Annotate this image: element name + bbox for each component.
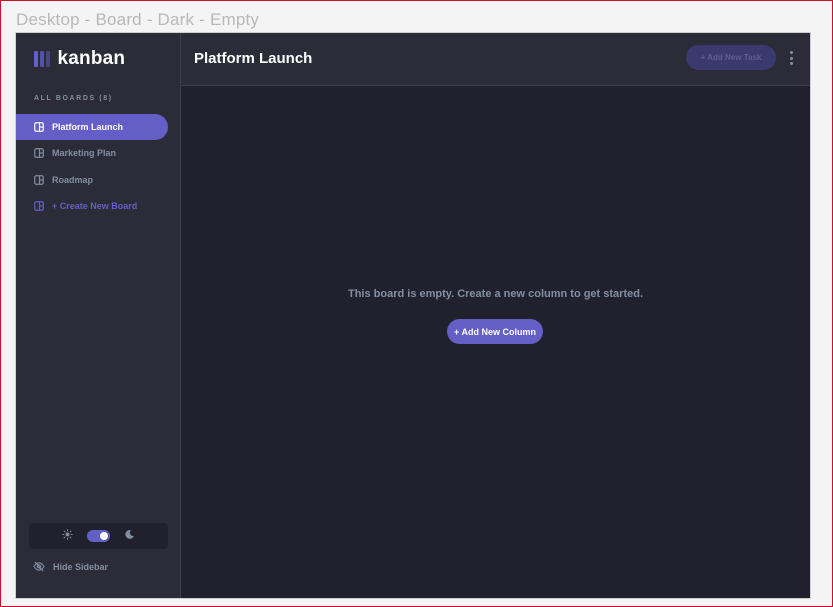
board-icon — [34, 201, 44, 211]
sidebar-item-roadmap[interactable]: Roadmap — [16, 167, 168, 193]
sidebar-item-label: Marketing Plan — [52, 148, 117, 158]
hide-sidebar-button[interactable]: Hide Sidebar — [33, 560, 108, 574]
theme-toggle-panel — [29, 523, 168, 549]
eye-slash-icon — [33, 561, 45, 574]
theme-switch-knob — [100, 532, 108, 540]
hide-sidebar-label: Hide Sidebar — [53, 562, 109, 572]
empty-board-message: This board is empty. Create a new column… — [347, 288, 644, 300]
sidebar-item-label: Roadmap — [52, 175, 94, 185]
page-title: Platform Launch — [194, 50, 313, 67]
kanban-app: kanban ALL BOARDS (8) Platform Launch Ma… — [16, 33, 810, 598]
add-new-task-button[interactable]: + Add New Task — [686, 45, 776, 70]
sidebar: kanban ALL BOARDS (8) Platform Launch Ma… — [16, 33, 181, 598]
sidebar-item-platform-launch[interactable]: Platform Launch — [16, 114, 168, 140]
sidebar-item-label: Platform Launch — [52, 122, 124, 132]
board-icon — [34, 175, 44, 185]
vertical-ellipsis-icon[interactable] — [787, 51, 795, 65]
sidebar-item-marketing-plan[interactable]: Marketing Plan — [16, 140, 168, 166]
board-icon — [34, 122, 44, 132]
moon-icon — [124, 527, 135, 545]
logo: kanban — [34, 48, 125, 70]
create-new-board-button[interactable]: + Create New Board — [16, 193, 168, 219]
logo-text: kanban — [57, 48, 126, 69]
board-icon — [34, 148, 44, 158]
board-header: Platform Launch + Add New Task — [181, 33, 810, 86]
theme-switch[interactable] — [87, 530, 110, 542]
sun-icon — [62, 527, 73, 545]
kanban-logo-icon — [34, 51, 50, 67]
create-new-board-label: + Create New Board — [52, 201, 138, 211]
all-boards-heading: ALL BOARDS (8) — [34, 95, 113, 102]
add-new-column-button[interactable]: + Add New Column — [447, 319, 543, 344]
frame-title: Desktop - Board - Dark - Empty — [16, 10, 260, 29]
